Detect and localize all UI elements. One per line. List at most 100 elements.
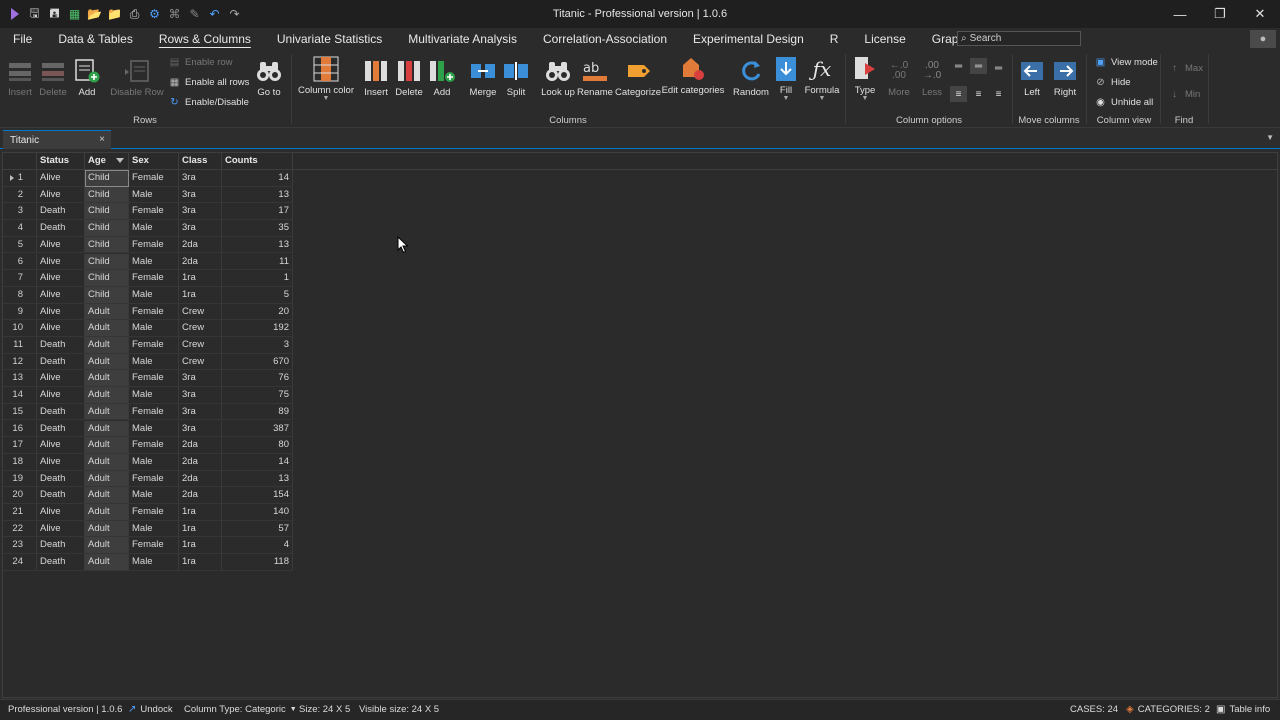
menu-data-tables[interactable]: Data & Tables xyxy=(45,28,146,50)
cell-age[interactable]: Adult xyxy=(85,520,129,538)
print-icon[interactable]: ⎙ xyxy=(126,6,143,23)
row-number[interactable]: 16 xyxy=(3,420,37,438)
cell-counts[interactable]: 76 xyxy=(222,370,293,388)
table-row[interactable]: 21 Alive Adult Female 1ra 140 xyxy=(3,504,293,521)
cell-age[interactable]: Adult xyxy=(85,370,129,388)
settings-gear-icon[interactable]: ⚙ xyxy=(146,6,163,23)
cell-age[interactable]: Child xyxy=(85,270,129,287)
cell-counts[interactable]: 80 xyxy=(222,437,293,454)
cell-class[interactable]: 1ra xyxy=(179,504,222,521)
row-number[interactable]: 18 xyxy=(3,453,37,471)
cell-age[interactable]: Adult xyxy=(85,353,129,371)
look-up-button[interactable]: Look up xyxy=(540,56,576,98)
cell-status[interactable]: Alive xyxy=(37,387,85,404)
table-row[interactable]: 18 Alive Adult Male 2da 14 xyxy=(3,453,293,471)
close-tab-icon[interactable]: × xyxy=(99,134,105,145)
cell-counts[interactable]: 57 xyxy=(222,520,293,538)
cell-counts[interactable]: 17 xyxy=(222,203,293,221)
table-row[interactable]: 10 Alive Adult Male Crew 192 xyxy=(3,320,293,337)
table-row[interactable]: 1 Alive Child Female 3ra 14 xyxy=(3,170,293,187)
cell-sex[interactable]: Female xyxy=(129,470,179,488)
cell-age[interactable]: Child xyxy=(85,253,129,271)
cell-status[interactable]: Alive xyxy=(37,253,85,271)
cell-class[interactable]: 1ra xyxy=(179,554,222,571)
row-number-header[interactable] xyxy=(3,153,37,170)
cell-sex[interactable]: Male xyxy=(129,387,179,404)
find-max-button[interactable]: ↑ Max xyxy=(1168,62,1203,74)
table-row[interactable]: 13 Alive Adult Female 3ra 76 xyxy=(3,370,293,388)
cell-class[interactable]: 3ra xyxy=(179,420,222,438)
cell-status[interactable]: Alive xyxy=(37,320,85,337)
cell-status[interactable]: Alive xyxy=(37,170,85,187)
table-row[interactable]: 12 Death Adult Male Crew 670 xyxy=(3,353,293,371)
disable-row-button[interactable]: Disable Row xyxy=(110,56,164,98)
row-number[interactable]: 24 xyxy=(3,554,37,571)
delete-column-button[interactable]: Delete xyxy=(393,56,425,98)
cell-counts[interactable]: 89 xyxy=(222,403,293,421)
valign-top-button[interactable]: ═ xyxy=(952,60,965,72)
cell-sex[interactable]: Male xyxy=(129,520,179,538)
cell-status[interactable]: Alive xyxy=(37,453,85,471)
redo-icon[interactable]: ↷ xyxy=(226,6,243,23)
table-row[interactable]: 11 Death Adult Female Crew 3 xyxy=(3,337,293,354)
cell-counts[interactable]: 20 xyxy=(222,303,293,321)
cell-counts[interactable]: 35 xyxy=(222,220,293,237)
cell-counts[interactable]: 3 xyxy=(222,337,293,354)
column-header-age[interactable]: Age xyxy=(85,153,129,170)
cell-counts[interactable]: 118 xyxy=(222,554,293,571)
data-grid[interactable]: Status Age Sex Class Counts 1 Alive Child F… xyxy=(2,152,1278,698)
align-right-button[interactable]: ≡ xyxy=(992,88,1005,100)
cell-age[interactable]: Child xyxy=(85,286,129,304)
delete-row-button[interactable]: Delete xyxy=(37,56,69,98)
cell-age[interactable]: Adult xyxy=(85,470,129,488)
column-header-class[interactable]: Class xyxy=(179,153,222,170)
row-number[interactable]: 22 xyxy=(3,520,37,538)
cell-class[interactable]: 1ra xyxy=(179,270,222,287)
cell-class[interactable]: 3ra xyxy=(179,203,222,221)
row-number[interactable]: 15 xyxy=(3,403,37,421)
align-left-button[interactable]: ≡ xyxy=(950,86,967,102)
cell-status[interactable]: Death xyxy=(37,554,85,571)
cell-status[interactable]: Death xyxy=(37,420,85,438)
customize-icon[interactable]: ⌘ xyxy=(166,6,183,23)
edit-categories-button[interactable]: Edit categories xyxy=(662,54,724,96)
table-row[interactable]: 9 Alive Adult Female Crew 20 xyxy=(3,303,293,321)
move-right-button[interactable]: Right xyxy=(1050,56,1080,98)
minimize-button[interactable]: — xyxy=(1160,0,1200,28)
insert-row-button[interactable]: Insert xyxy=(4,56,36,98)
cell-age[interactable]: Adult xyxy=(85,453,129,471)
cell-class[interactable]: 2da xyxy=(179,437,222,454)
row-number[interactable]: 9 xyxy=(3,303,37,321)
cell-age[interactable]: Adult xyxy=(85,420,129,438)
valign-middle-button[interactable]: ═ xyxy=(970,58,987,74)
table-row[interactable]: 20 Death Adult Male 2da 154 xyxy=(3,487,293,504)
cell-counts[interactable]: 140 xyxy=(222,504,293,521)
cell-sex[interactable]: Female xyxy=(129,504,179,521)
cell-sex[interactable]: Female xyxy=(129,170,179,187)
cell-status[interactable]: Alive xyxy=(37,286,85,304)
menu-correlation-association[interactable]: Correlation-Association xyxy=(530,28,680,50)
enable-disable-button[interactable]: ↻ Enable/Disable xyxy=(168,96,249,108)
cell-class[interactable]: 3ra xyxy=(179,170,222,187)
add-row-button[interactable]: Add xyxy=(70,56,104,98)
align-center-button[interactable]: ≡ xyxy=(972,88,985,100)
cell-counts[interactable]: 154 xyxy=(222,487,293,504)
restore-button[interactable]: ❐ xyxy=(1200,0,1240,28)
categorize-button[interactable]: Categorize xyxy=(615,56,661,98)
cell-sex[interactable]: Female xyxy=(129,236,179,254)
row-number[interactable]: 5 xyxy=(3,236,37,254)
cell-age[interactable]: Adult xyxy=(85,387,129,404)
menu-license[interactable]: License xyxy=(851,28,918,50)
table-row[interactable]: 24 Death Adult Male 1ra 118 xyxy=(3,554,293,571)
unhide-all-button[interactable]: ◉ Unhide all xyxy=(1094,96,1153,108)
column-type-dropdown[interactable]: Column Type: Categoric ▼ xyxy=(184,704,297,715)
cell-age[interactable]: Adult xyxy=(85,537,129,555)
row-number[interactable]: 4 xyxy=(3,220,37,237)
cell-age[interactable]: Child xyxy=(85,203,129,221)
view-mode-button[interactable]: ▣ View mode xyxy=(1094,56,1158,68)
cell-sex[interactable]: Female xyxy=(129,537,179,555)
rename-button[interactable]: ab Rename xyxy=(577,56,613,98)
more-decimals-button[interactable]: ←.0.00 More xyxy=(884,56,914,99)
categories-button[interactable]: ◈ CATEGORIES: 2 xyxy=(1126,704,1210,715)
cell-sex[interactable]: Male xyxy=(129,353,179,371)
